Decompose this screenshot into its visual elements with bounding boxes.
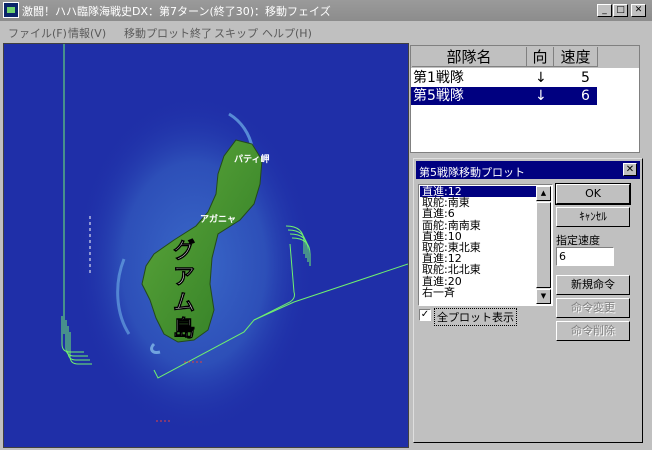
column-header-speed[interactable]: 速度 — [554, 47, 598, 67]
map-svg: パティ岬 アガニャ グアム島 — [4, 44, 408, 447]
scroll-down-icon[interactable]: ▼ — [536, 289, 551, 304]
menu-skip[interactable]: スキップ — [214, 25, 258, 41]
plot-item[interactable]: 取舵:北北東 — [420, 264, 538, 275]
window-title: 激闘！ハハ臨隊海戦史DX：第7ターン(終了30)：移動フェイズ — [22, 5, 331, 18]
maximize-button[interactable]: □ — [613, 4, 628, 17]
unit-speed: 6 — [581, 88, 590, 104]
menu-file[interactable]: ファイル(F) — [8, 25, 67, 41]
scroll-thumb[interactable] — [536, 202, 551, 288]
plot-items: 直進:12 取舵:南東 直進:6 面舵:南南東 直進:10 取舵:東北東 直進:… — [420, 186, 538, 298]
move-plot-dialog: 第5戦隊移動プロット ✕ 直進:12 取舵:南東 直進:6 面舵:南南東 直進:… — [413, 158, 643, 443]
new-command-button[interactable]: 新規命令 — [556, 275, 630, 295]
unit-name: 第1戦隊 — [413, 70, 464, 86]
app-icon[interactable] — [3, 2, 19, 18]
unit-name: 第5戦隊 — [413, 88, 464, 104]
unit-list[interactable]: 部隊名 向 速度 第1戦隊 ↓ 5 第5戦隊 ↓ 6 — [410, 45, 640, 153]
plot-list[interactable]: 直進:12 取舵:南東 直進:6 面舵:南南東 直進:10 取舵:東北東 直進:… — [418, 184, 553, 306]
unit-direction: ↓ — [535, 70, 547, 86]
scroll-up-icon[interactable]: ▲ — [536, 186, 551, 201]
menu-end-move-plot[interactable]: 移動プロット終了 — [124, 25, 212, 41]
island-label-char: 島 — [173, 316, 195, 342]
speed-input[interactable]: 6 — [556, 247, 614, 266]
island-label-char: ム — [173, 291, 195, 316]
plot-item[interactable]: 直進:20 — [420, 275, 538, 287]
unit-speed: 5 — [581, 70, 590, 86]
unit-list-header: 部隊名 向 速度 — [411, 46, 639, 68]
place-label: パティ岬 — [234, 153, 269, 165]
plot-item[interactable]: 直進:6 — [420, 208, 538, 219]
dialog-close-button[interactable]: ✕ — [623, 163, 637, 176]
menu-help[interactable]: ヘルプ(H) — [262, 25, 312, 41]
minimize-button[interactable]: _ — [597, 4, 612, 17]
plot-item[interactable]: 右一斉 — [420, 287, 538, 298]
ok-button[interactable]: OK — [555, 183, 631, 205]
unit-row[interactable]: 第1戦隊 ↓ 5 — [411, 69, 597, 87]
menu-bar: ファイル(F) 情報(V) 移動プロット終了 スキップ ヘルプ(H) — [0, 21, 652, 42]
change-command-button[interactable]: 命令変更 — [556, 298, 630, 318]
speed-label: 指定速度 — [556, 234, 600, 247]
battle-map[interactable]: パティ岬 アガニャ グアム島 — [3, 43, 409, 448]
column-header-unit-name[interactable]: 部隊名 — [412, 47, 527, 67]
column-header-direction[interactable]: 向 — [527, 47, 554, 67]
unit-row-selected[interactable]: 第5戦隊 ↓ 6 — [411, 87, 597, 105]
show-all-plots-label[interactable]: 全プロット表示 — [434, 308, 517, 326]
dialog-title-bar: 第5戦隊移動プロット ✕ — [416, 161, 640, 179]
island-label-char: グ — [173, 238, 195, 264]
place-label: アガニャ — [200, 213, 236, 225]
unit-direction: ↓ — [535, 88, 547, 104]
menu-info[interactable]: 情報(V) — [68, 25, 106, 41]
title-bar: 激闘！ハハ臨隊海戦史DX：第7ターン(終了30)：移動フェイズ _ □ ✕ — [0, 0, 652, 21]
delete-command-button[interactable]: 命令削除 — [556, 321, 630, 341]
cancel-button[interactable]: ｷｬﾝｾﾙ — [556, 207, 630, 227]
show-all-plots-checkbox[interactable]: ✓ — [419, 309, 431, 321]
dialog-title: 第5戦隊移動プロット — [419, 166, 525, 179]
island-label-char: ア — [173, 265, 195, 290]
plot-list-scrollbar[interactable]: ▲ ▼ — [536, 186, 551, 304]
close-button[interactable]: ✕ — [631, 4, 646, 17]
